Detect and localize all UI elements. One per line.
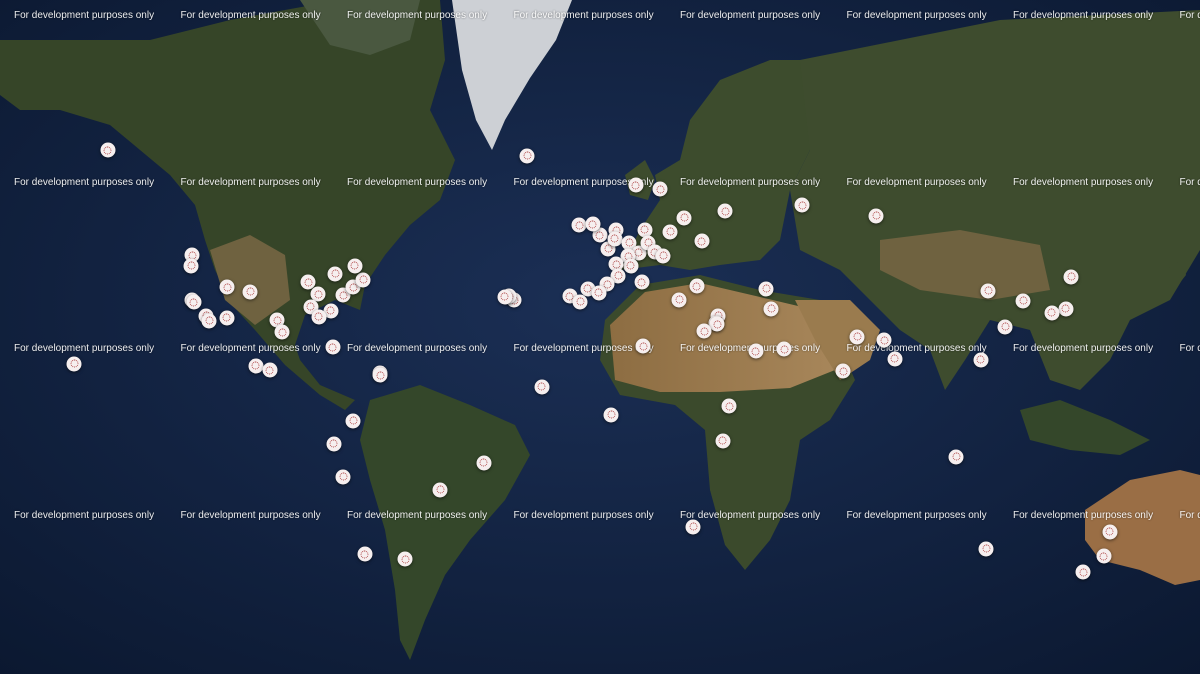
- location-marker[interactable]: [671, 292, 687, 307]
- location-marker[interactable]: [758, 281, 774, 297]
- location-marker[interactable]: [973, 352, 989, 368]
- location-marker[interactable]: [476, 455, 492, 471]
- location-marker[interactable]: [689, 278, 705, 294]
- location-marker[interactable]: [201, 313, 217, 329]
- location-marker[interactable]: [763, 301, 779, 317]
- location-marker[interactable]: [497, 289, 513, 305]
- location-marker[interactable]: [248, 358, 264, 374]
- location-marker[interactable]: [1044, 305, 1060, 321]
- location-marker[interactable]: [652, 181, 668, 197]
- location-marker[interactable]: [623, 258, 639, 273]
- location-marker[interactable]: [1075, 564, 1091, 580]
- location-marker[interactable]: [835, 363, 851, 379]
- location-marker[interactable]: [1058, 301, 1074, 317]
- location-marker[interactable]: [1096, 548, 1112, 564]
- location-marker[interactable]: [948, 449, 964, 465]
- location-marker[interactable]: [347, 258, 363, 273]
- location-marker[interactable]: [634, 274, 650, 290]
- location-marker[interactable]: [100, 142, 116, 158]
- location-marker[interactable]: [186, 294, 202, 310]
- location-marker[interactable]: [715, 433, 731, 448]
- location-marker[interactable]: [776, 341, 792, 357]
- location-marker[interactable]: [325, 339, 341, 355]
- location-marker[interactable]: [397, 551, 413, 567]
- location-marker[interactable]: [980, 283, 996, 299]
- location-marker[interactable]: [242, 284, 258, 300]
- location-marker[interactable]: [183, 258, 199, 273]
- location-marker[interactable]: [868, 208, 884, 224]
- location-marker[interactable]: [326, 436, 342, 451]
- location-marker[interactable]: [534, 379, 550, 395]
- location-marker[interactable]: [591, 285, 607, 301]
- location-marker[interactable]: [66, 356, 82, 371]
- location-marker[interactable]: [721, 398, 737, 414]
- location-marker[interactable]: [345, 413, 361, 428]
- location-marker[interactable]: [219, 310, 235, 326]
- location-marker[interactable]: [603, 407, 619, 422]
- location-marker[interactable]: [997, 319, 1013, 335]
- location-marker[interactable]: [335, 469, 351, 484]
- location-marker[interactable]: [748, 343, 764, 359]
- map-container[interactable]: For development purposes only For develop…: [0, 0, 1200, 674]
- location-marker[interactable]: [519, 148, 535, 163]
- location-marker[interactable]: [355, 272, 371, 288]
- location-marker[interactable]: [709, 316, 725, 332]
- location-marker-layer: [0, 0, 1200, 674]
- location-marker[interactable]: [978, 541, 994, 556]
- location-marker[interactable]: [274, 324, 290, 340]
- location-marker[interactable]: [676, 210, 692, 225]
- location-marker[interactable]: [694, 233, 710, 249]
- location-marker[interactable]: [357, 546, 373, 562]
- location-marker[interactable]: [262, 362, 278, 378]
- location-marker[interactable]: [1015, 293, 1031, 309]
- location-marker[interactable]: [1063, 269, 1079, 285]
- location-marker[interactable]: [662, 224, 678, 239]
- location-marker[interactable]: [327, 266, 343, 282]
- location-marker[interactable]: [876, 332, 892, 348]
- location-marker[interactable]: [685, 519, 701, 535]
- location-marker[interactable]: [696, 323, 712, 339]
- location-marker[interactable]: [1102, 524, 1118, 540]
- location-marker[interactable]: [572, 294, 588, 310]
- location-marker[interactable]: [635, 338, 651, 354]
- location-marker[interactable]: [585, 216, 601, 232]
- location-marker[interactable]: [717, 203, 733, 219]
- location-marker[interactable]: [607, 231, 623, 246]
- location-marker[interactable]: [655, 248, 671, 264]
- location-marker[interactable]: [571, 217, 587, 233]
- location-marker[interactable]: [219, 279, 235, 295]
- location-marker[interactable]: [628, 177, 644, 193]
- location-marker[interactable]: [794, 197, 810, 213]
- location-marker[interactable]: [372, 367, 388, 383]
- location-marker[interactable]: [887, 351, 903, 367]
- location-marker[interactable]: [311, 309, 327, 325]
- location-marker[interactable]: [849, 329, 865, 345]
- location-marker[interactable]: [432, 482, 448, 497]
